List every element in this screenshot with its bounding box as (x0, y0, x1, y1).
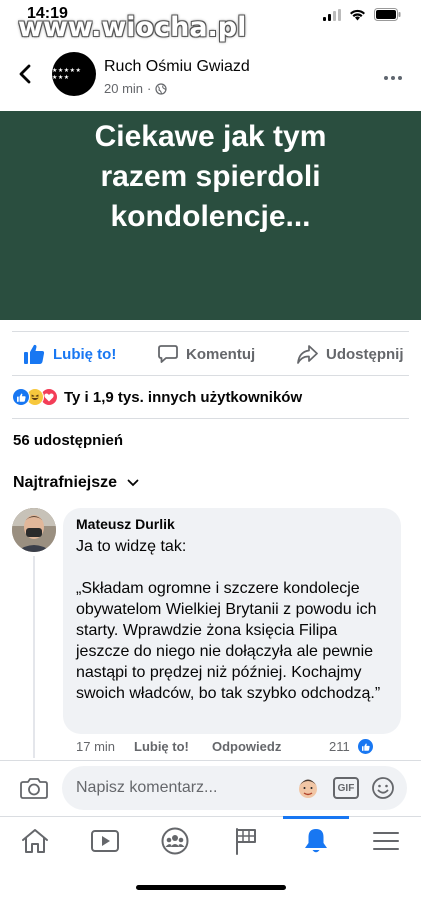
post-header: ★★★★★ ★★★ Ruch Ośmiu Gwiazd 20 min · (0, 48, 421, 104)
tab-notifications[interactable] (296, 823, 336, 859)
notifications-bell-icon (305, 829, 327, 853)
battery-icon (374, 8, 401, 21)
post-time: 20 min (104, 81, 144, 96)
comment-time: 17 min (76, 739, 116, 754)
pages-flag-icon (236, 828, 256, 855)
commenter-photo (12, 508, 56, 552)
more-horizontal-icon (384, 76, 402, 80)
divider (12, 418, 409, 419)
thumbs-up-icon (24, 344, 45, 364)
like-label: Lubię to! (53, 345, 117, 363)
like-button[interactable]: Lubię to! (24, 340, 116, 368)
more-options-button[interactable] (383, 64, 403, 87)
chevron-left-icon (19, 64, 31, 84)
signal-icon (323, 8, 341, 21)
gif-button[interactable]: GIF (333, 777, 359, 799)
video-icon (91, 830, 119, 852)
comment-like-button[interactable]: Lubię to! (134, 739, 189, 754)
page-avatar-logo: ★★★★★ ★★★ (52, 68, 82, 81)
tab-menu[interactable] (366, 823, 406, 859)
comment-composer: GIF (0, 766, 421, 810)
tab-pages[interactable] (226, 823, 266, 859)
camera-button[interactable] (20, 776, 48, 805)
divider (12, 375, 409, 376)
post-image[interactable]: Ciekawe jak tym razem spierdoli kondolen… (0, 111, 421, 320)
tab-home[interactable] (15, 823, 55, 859)
reaction-icons (12, 388, 58, 406)
thread-line (33, 556, 35, 758)
comment-reply-button[interactable]: Odpowiedz (212, 739, 281, 754)
comment-text: Ja to widzę tak: „Składam ogromne i szcz… (76, 538, 381, 702)
post-image-text: Ciekawe jak tym razem spierdoli kondolen… (94, 120, 327, 233)
comment-label: Komentuj (186, 345, 256, 363)
camera-icon (20, 778, 48, 799)
post-meta: 20 min · (104, 81, 167, 96)
bottom-tab-bar (0, 816, 421, 866)
home-indicator (136, 885, 286, 890)
tab-groups[interactable] (155, 823, 195, 859)
menu-icon (373, 832, 399, 850)
share-icon (297, 344, 318, 364)
comment-bubble[interactable]: Mateusz Durlik Ja to widzę tak: „Składam… (63, 508, 401, 734)
groups-icon (161, 827, 189, 855)
page-avatar[interactable]: ★★★★★ ★★★ (52, 52, 96, 96)
wifi-icon (350, 9, 365, 20)
comment-icon (158, 345, 178, 363)
like-reaction-icon (357, 738, 374, 755)
divider (0, 760, 421, 761)
composer-tools: GIF (295, 775, 395, 801)
comment-meta: 17 min Lubię to! Odpowiedz 211 (76, 738, 411, 757)
comment-author[interactable]: Mateusz Durlik (76, 516, 388, 532)
emoji-icon[interactable] (371, 776, 395, 800)
status-icons (323, 8, 401, 21)
comment-sort[interactable]: Najtrafniejsze (13, 474, 139, 492)
watermark: www.wiocha.pl (18, 12, 247, 43)
like-reaction-icon (12, 388, 30, 406)
reactions-count: Ty i 1,9 tys. innych użytkowników (64, 388, 303, 406)
comment-reaction-count[interactable]: 211 (329, 739, 350, 754)
share-label: Udostępnij (326, 345, 404, 363)
comment-button[interactable]: Komentuj (158, 340, 255, 368)
page-name[interactable]: Ruch Ośmiu Gwiazd (104, 58, 250, 76)
globe-icon (155, 82, 167, 95)
divider (12, 331, 409, 332)
home-icon (22, 829, 48, 853)
avatar-sticker-icon[interactable] (295, 775, 321, 801)
chevron-down-icon (127, 479, 139, 487)
status-bar: 14:19 www.wiocha.pl (0, 0, 421, 43)
active-tab-indicator (283, 816, 349, 819)
tab-video[interactable] (85, 823, 125, 859)
comment-sort-label: Najtrafniejsze (13, 474, 118, 491)
share-button[interactable]: Udostępnij (297, 340, 404, 368)
post-actions: Lubię to! Komentuj Udostępnij (0, 340, 421, 368)
shares-count[interactable]: 56 udostępnień (13, 432, 123, 449)
back-button[interactable] (14, 62, 38, 86)
commenter-avatar[interactable] (12, 508, 56, 552)
reactions-summary[interactable]: Ty i 1,9 tys. innych użytkowników (12, 386, 302, 408)
